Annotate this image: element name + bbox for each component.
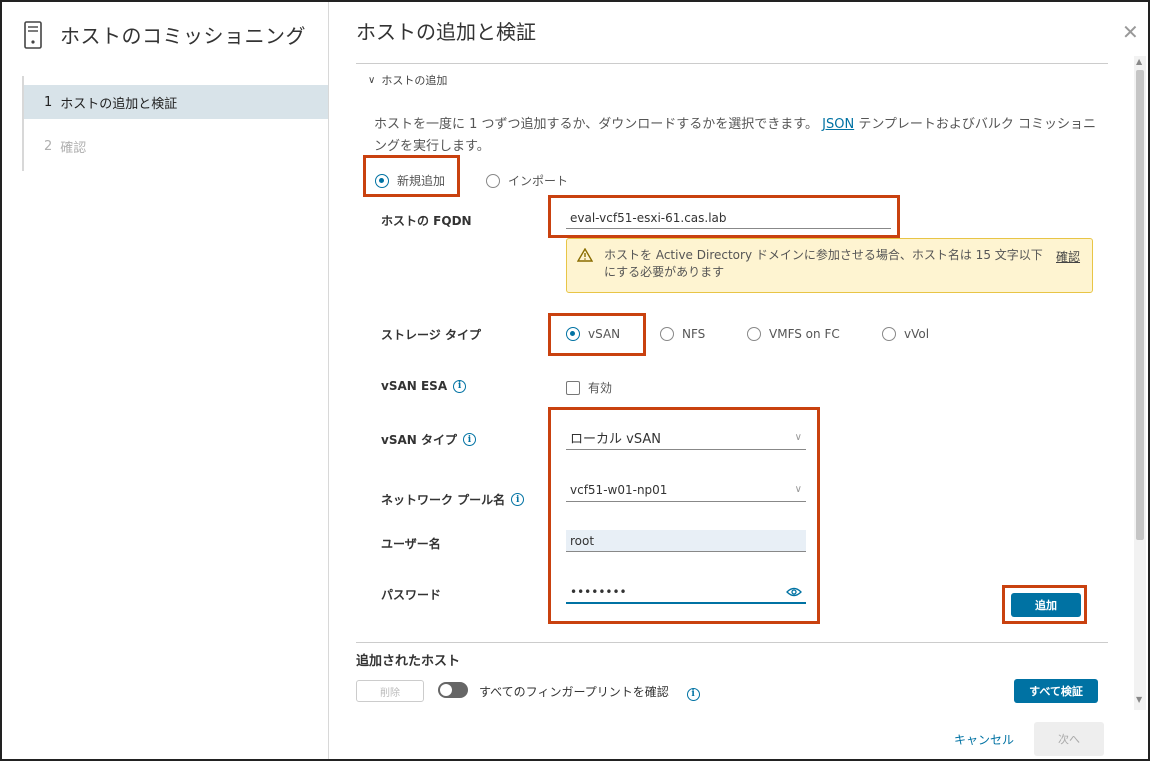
radio-selected-icon [375,173,389,188]
warning-alert: ホストを Active Directory ドメインに参加させる場合、ホスト名は… [566,238,1093,293]
wizard-title: ホストのコミッショニング [60,24,306,48]
scroll-down-arrow-icon[interactable]: ▼ [1136,696,1142,704]
radio-new-add[interactable]: 新規追加 [375,172,445,189]
checkbox-unchecked-icon [566,380,580,395]
add-button[interactable]: 追加 [1011,593,1081,617]
radio-label: 新規追加 [397,174,446,188]
step-number: 1 [44,94,53,110]
fqdn-label: ホストの FQDN [381,214,472,228]
scrollbar[interactable]: ▲ ▼ [1134,56,1146,710]
section-toggle-add-host[interactable]: ∨ ホストの追加 [368,72,447,88]
vsan-type-select[interactable]: ローカル vSAN ∨ [566,426,806,450]
added-hosts-title: 追加されたホスト [356,654,461,669]
chevron-down-icon: ∨ [368,74,376,86]
scroll-up-arrow-icon[interactable]: ▲ [1136,58,1142,66]
server-icon [24,20,42,49]
divider [356,63,1108,64]
radio-selected-icon [566,327,580,341]
divider [356,642,1108,643]
step-add-and-validate[interactable]: 1 ホストの追加と検証 [24,85,328,119]
description-text: ホストを一度に 1 つずつ追加するか、ダウンロードするかを選択できます。 JSO… [374,114,1104,158]
radio-storage-vvol[interactable]: vVol [882,327,929,341]
desc-before: ホストを一度に 1 つずつ追加するか、ダウンロードするかを選択できます。 [374,117,818,132]
radio-storage-vmfs[interactable]: VMFS on FC [747,327,840,341]
password-input[interactable]: •••••••• [566,582,806,604]
info-icon[interactable]: i [686,687,700,701]
step-review: 2 確認 [24,129,328,163]
info-icon[interactable]: i [462,433,476,446]
json-template-link[interactable]: JSON [822,117,854,132]
warning-message: ホストを Active Directory ドメインに参加させる場合、ホスト名は… [604,248,1043,279]
radio-label: VMFS on FC [769,327,840,341]
scrollbar-thumb[interactable] [1136,70,1144,540]
cancel-button[interactable]: キャンセル [954,731,1014,748]
wizard-main: ホストの追加と検証 ✕ ∨ ホストの追加 ホストを一度に 1 つずつ追加するか、… [330,2,1148,759]
radio-unselected-icon [660,327,674,341]
wizard-steps: 1 ホストの追加と検証 2 確認 [22,76,328,171]
section-title: ホストの追加 [381,74,448,87]
eye-icon[interactable] [786,587,802,597]
label-text: vSAN タイプ [381,433,457,447]
fingerprint-toggle-label: すべてのフィンガープリントを確認 i [479,683,700,701]
wizard-window: ホストのコミッショニング 1 ホストの追加と検証 2 確認 ホストの追加と検証 … [0,0,1150,761]
radio-label: NFS [682,327,706,341]
password-value: •••••••• [570,585,627,599]
warning-review-link[interactable]: 確認 [1056,248,1080,265]
chevron-down-icon: ∨ [794,432,802,443]
radio-label: vSAN [588,327,621,341]
vsan-type-label: vSAN タイプ i [381,431,476,448]
next-button[interactable]: 次へ [1034,722,1104,756]
network-pool-label: ネットワーク プール名 i [381,491,525,508]
info-icon[interactable]: i [511,493,525,506]
toggle-text: すべてのフィンガープリントを確認 [479,685,669,699]
vsan-esa-checkbox[interactable]: 有効 [566,379,612,396]
select-value: vcf51-w01-np01 [570,482,668,497]
radio-unselected-icon [486,173,500,188]
fingerprint-toggle[interactable] [438,682,468,698]
step-label: ホストの追加と検証 [60,96,178,112]
validate-all-button[interactable]: すべて検証 [1014,679,1098,703]
warning-icon [577,248,593,262]
radio-import[interactable]: インポート [486,172,568,189]
step-label: 確認 [60,140,87,156]
remove-button[interactable]: 削除 [356,680,424,702]
page-title: ホストの追加と検証 [356,20,536,44]
wizard-sidebar: ホストのコミッショニング 1 ホストの追加と検証 2 確認 [2,2,329,759]
radio-storage-nfs[interactable]: NFS [660,327,705,341]
chevron-down-icon: ∨ [794,484,802,495]
label-text: ネットワーク プール名 [381,493,506,507]
radio-unselected-icon [882,327,896,341]
radio-unselected-icon [747,327,761,341]
radio-label: vVol [904,327,930,341]
username-input[interactable]: root [566,530,806,552]
password-label: パスワード [381,588,442,602]
fqdn-input[interactable]: eval-vcf51-esxi-61.cas.lab [566,207,891,229]
step-number: 2 [44,138,53,154]
network-pool-select[interactable]: vcf51-w01-np01 ∨ [566,478,806,502]
vsan-esa-label: vSAN ESA i [381,379,467,393]
storage-type-label: ストレージ タイプ [381,328,481,342]
checkbox-label: 有効 [588,381,613,395]
info-icon[interactable]: i [453,379,467,393]
username-label: ユーザー名 [381,537,441,551]
wizard-title-row: ホストのコミッショニング [24,20,306,49]
close-icon[interactable]: ✕ [1122,22,1139,42]
radio-storage-vsan[interactable]: vSAN [566,327,620,341]
radio-label: インポート [508,174,569,188]
label-text: vSAN ESA [381,379,448,393]
select-value: ローカル vSAN [570,432,661,447]
